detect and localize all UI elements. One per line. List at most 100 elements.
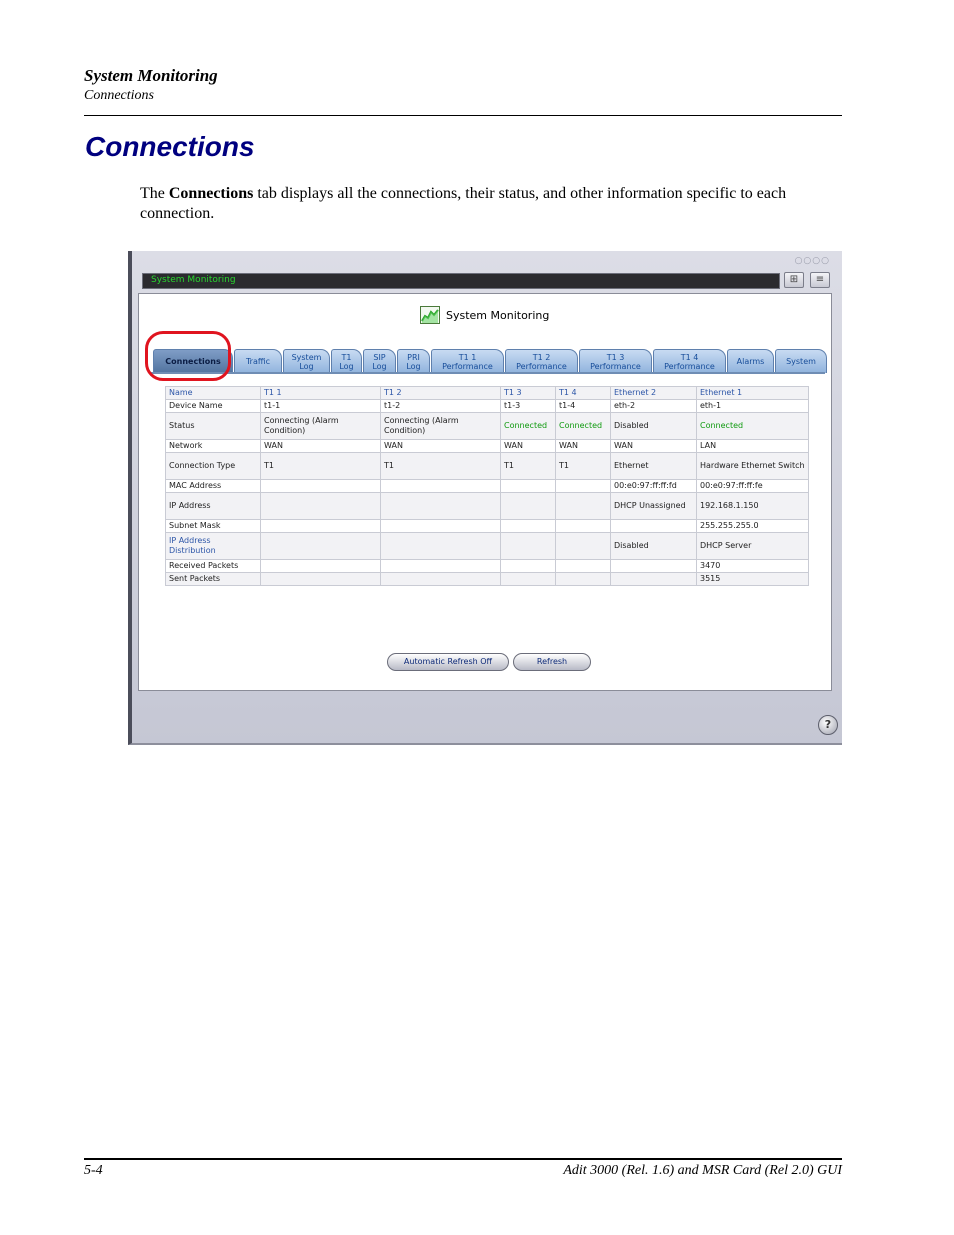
row-label: Sent Packets: [165, 572, 261, 586]
intro-pre: The: [140, 185, 169, 202]
tab-sip-log[interactable]: SIP Log: [363, 349, 396, 373]
table-cell: DHCP Unassigned: [610, 492, 697, 520]
table-cell: [380, 492, 501, 520]
table-header-cell: Name: [165, 386, 261, 400]
tab-t1-3-performance[interactable]: T1 3 Performance: [579, 349, 652, 373]
table-cell: [260, 492, 381, 520]
table-cell: [555, 572, 611, 586]
tab-pri-log[interactable]: PRI Log: [397, 349, 430, 373]
footer-doc-title: Adit 3000 (Rel. 1.6) and MSR Card (Rel 2…: [563, 1163, 842, 1178]
table-cell: eth-1: [696, 399, 809, 413]
tab-t1-1-performance[interactable]: T1 1 Performance: [431, 349, 504, 373]
table-cell: [500, 559, 556, 573]
status-connected: Connected: [696, 412, 809, 440]
row-label: Status: [165, 412, 261, 440]
tab-alarms[interactable]: Alarms: [727, 349, 774, 373]
row-label-link[interactable]: IP Address Distribution: [165, 532, 261, 560]
table-cell: T1: [500, 452, 556, 480]
table-cell: [260, 479, 381, 493]
table-cell: WAN: [380, 439, 501, 453]
table-header-cell: T1 4: [555, 386, 611, 400]
window-title: System Monitoring: [151, 275, 236, 285]
window-grip: ○○○○: [794, 256, 830, 266]
table-cell: [610, 519, 697, 533]
content-panel: System Monitoring Connections Traffic Sy…: [138, 293, 832, 691]
table-cell: Ethernet: [610, 452, 697, 480]
table-cell: [555, 559, 611, 573]
table-row: MAC Address 00:e0:97:ff:ff:fd 00:e0:97:f…: [165, 479, 809, 493]
table-cell: t1-1: [260, 399, 381, 413]
monitor-chart-icon: [420, 306, 440, 324]
tab-bar: Connections Traffic System Log T1 Log SI…: [153, 349, 827, 373]
tab-traffic[interactable]: Traffic: [234, 349, 282, 373]
table-cell: [380, 532, 501, 560]
table-cell: [555, 479, 611, 493]
table-cell: [500, 572, 556, 586]
table-cell: DHCP Server: [696, 532, 809, 560]
table-cell: 192.168.1.150: [696, 492, 809, 520]
table-cell: WAN: [610, 439, 697, 453]
refresh-button[interactable]: Refresh: [513, 653, 591, 671]
table-cell: [380, 479, 501, 493]
table-cell: T1: [380, 452, 501, 480]
menu-icon[interactable]: ≡: [810, 272, 830, 288]
row-label: Network: [165, 439, 261, 453]
table-cell: [380, 519, 501, 533]
table-row: Network WAN WAN WAN WAN WAN LAN: [165, 439, 809, 453]
table-row: Device Name t1-1 t1-2 t1-3 t1-4 eth-2 et…: [165, 399, 809, 413]
table-cell: [380, 572, 501, 586]
table-cell: t1-2: [380, 399, 501, 413]
running-header-title: System Monitoring: [84, 66, 218, 85]
table-row: Sent Packets 3515: [165, 572, 809, 586]
intro-paragraph: The Connections tab displays all the con…: [140, 184, 840, 224]
table-cell: Disabled: [610, 412, 697, 440]
connections-table: Name T1 1 T1 2 T1 3 T1 4 Ethernet 2 Ethe…: [165, 386, 809, 586]
table-cell: WAN: [555, 439, 611, 453]
table-cell: Connecting (Alarm Condition): [380, 412, 501, 440]
footer-page-number: 5-4: [84, 1163, 103, 1178]
table-cell: [610, 572, 697, 586]
table-cell: [500, 532, 556, 560]
tab-t1-4-performance[interactable]: T1 4 Performance: [653, 349, 726, 373]
table-cell: [500, 479, 556, 493]
row-label: Device Name: [165, 399, 261, 413]
status-connected: Connected: [500, 412, 556, 440]
tab-t1-2-performance[interactable]: T1 2 Performance: [505, 349, 578, 373]
table-cell: 3470: [696, 559, 809, 573]
table-cell: Hardware Ethernet Switch: [696, 452, 809, 480]
table-header-row: Name T1 1 T1 2 T1 3 T1 4 Ethernet 2 Ethe…: [165, 386, 809, 400]
row-label: Connection Type: [165, 452, 261, 480]
table-cell: [610, 559, 697, 573]
table-cell: WAN: [500, 439, 556, 453]
table-header-cell: T1 3: [500, 386, 556, 400]
tree-view-icon[interactable]: ⊞: [784, 272, 804, 288]
tab-system[interactable]: System: [775, 349, 827, 373]
table-cell: T1: [260, 452, 381, 480]
table-cell: WAN: [260, 439, 381, 453]
page-logo-text: System Monitoring: [446, 308, 550, 322]
tab-system-log[interactable]: System Log: [283, 349, 330, 373]
row-label: IP Address: [165, 492, 261, 520]
table-cell: T1: [555, 452, 611, 480]
table-cell: t1-4: [555, 399, 611, 413]
table-row: IP Address DHCP Unassigned 192.168.1.150: [165, 492, 809, 520]
help-icon[interactable]: ?: [818, 715, 838, 735]
section-title: Connections: [85, 131, 255, 162]
table-cell: [260, 532, 381, 560]
table-cell: [500, 519, 556, 533]
table-row: IP Address Distribution Disabled DHCP Se…: [165, 532, 809, 560]
tab-t1-log[interactable]: T1 Log: [331, 349, 362, 373]
automatic-refresh-button[interactable]: Automatic Refresh Off: [387, 653, 509, 671]
table-row: Status Connecting (Alarm Condition) Conn…: [165, 412, 809, 440]
table-cell: [500, 492, 556, 520]
table-cell: [260, 572, 381, 586]
footer-rule: [84, 1158, 842, 1160]
table-header-cell: T1 1: [260, 386, 381, 400]
table-cell: 00:e0:97:ff:ff:fe: [696, 479, 809, 493]
table-cell: LAN: [696, 439, 809, 453]
status-connected: Connected: [555, 412, 611, 440]
callout-highlight-circle: [145, 331, 231, 381]
table-cell: Connecting (Alarm Condition): [260, 412, 381, 440]
table-cell: 3515: [696, 572, 809, 586]
table-cell: [260, 519, 381, 533]
